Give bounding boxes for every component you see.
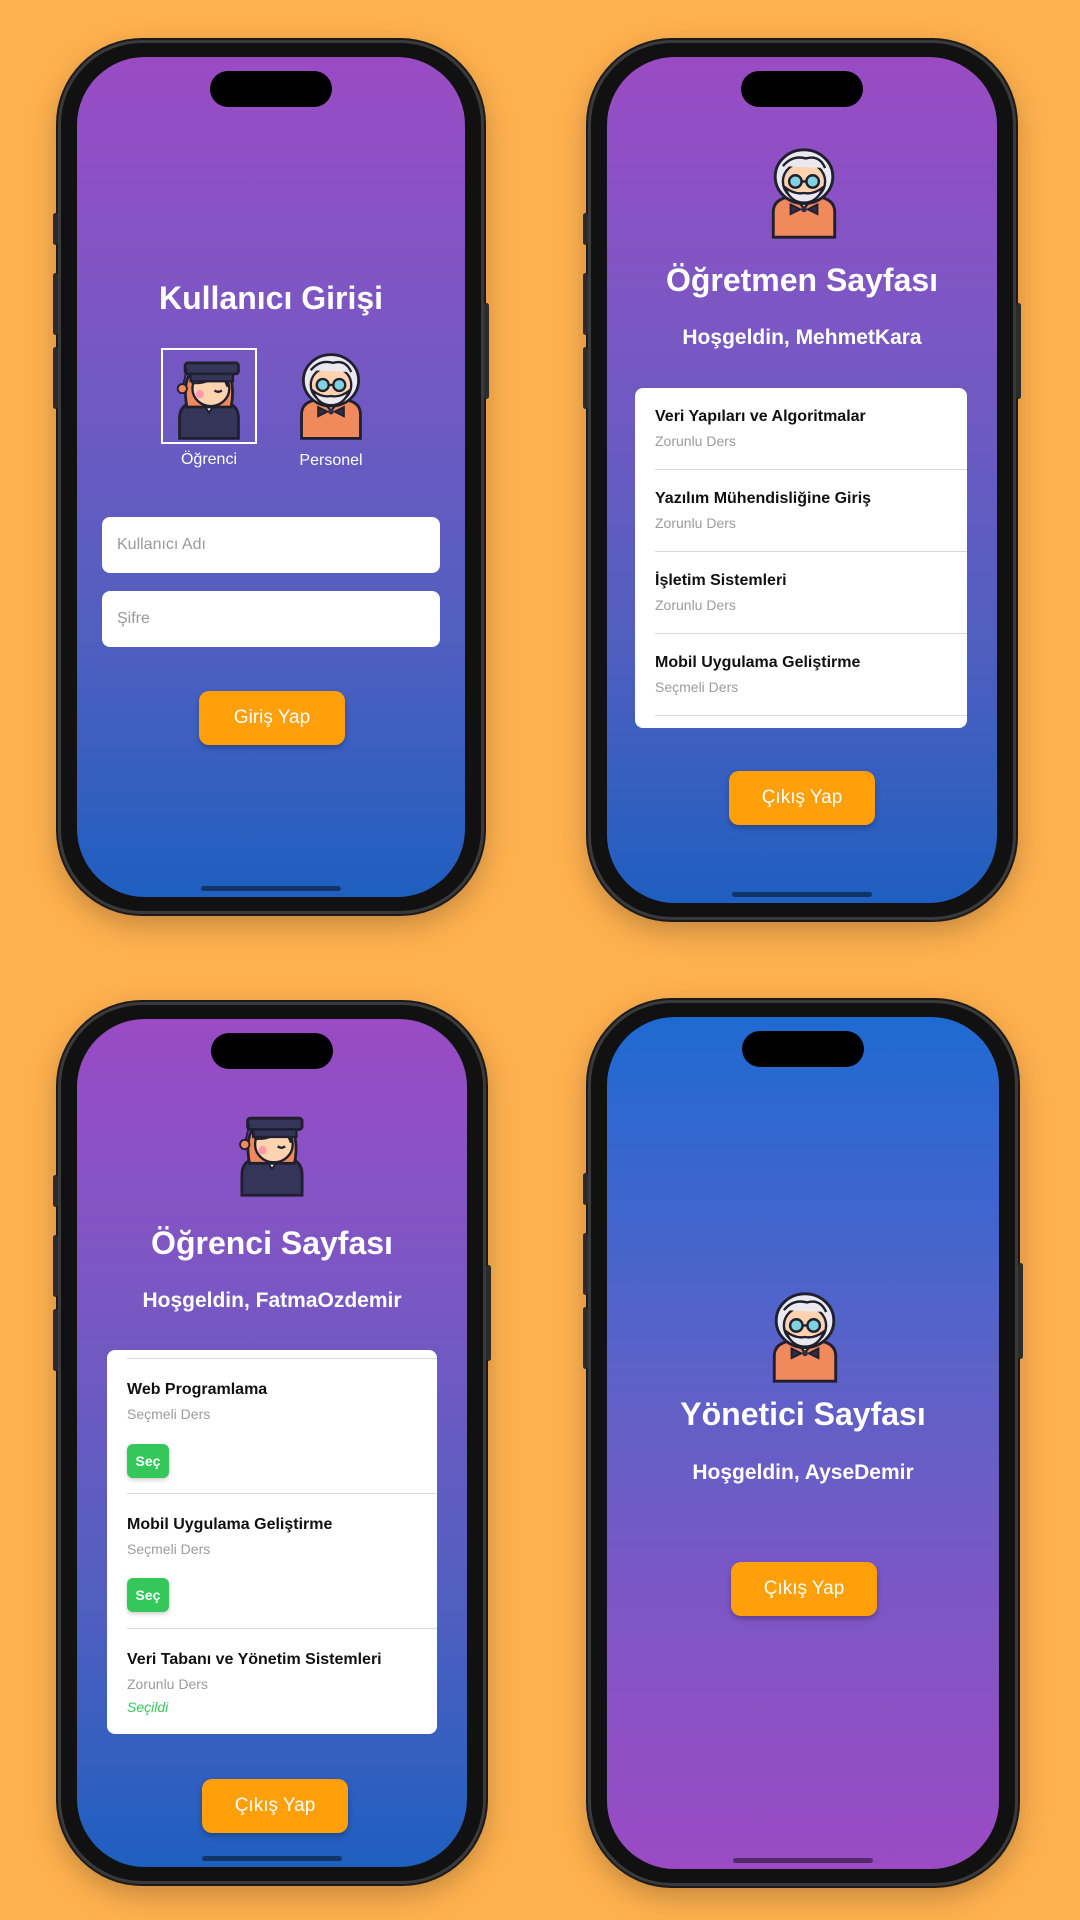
password-field[interactable]: Şifre [102,591,440,647]
phone-login: Kullanıcı Girişi Öğrenci Personel Kullan… [53,40,489,914]
side-button [583,213,588,245]
professor-avatar-icon [771,148,837,239]
list-item[interactable]: Veri Yapıları ve Algoritmalar Zorunlu De… [655,388,967,470]
side-button [53,347,58,409]
page-title: Öğretmen Sayfası [665,262,939,298]
course-name: Veri Yapıları ve Algoritmalar [655,408,866,425]
side-button [486,1265,491,1361]
list-item[interactable]: İşletim Sistemleri Zorunlu Ders [655,552,967,634]
course-list: Veri Yapıları ve Algoritmalar Zorunlu De… [635,388,967,728]
phone-teacher: Öğretmen Sayfası Hoşgeldin, MehmetKara V… [583,40,1021,920]
course-name: Veri Tabanı ve Yönetim Sistemleri [127,1651,382,1668]
side-button [583,273,588,335]
role-option-student[interactable] [161,348,257,444]
student-screen: Öğrenci Sayfası Hoşgeldin, FatmaOzdemir … [77,1019,467,1867]
course-type: Zorunlu Ders [655,515,736,531]
course-name: İşletim Sistemleri [655,572,787,589]
home-indicator [201,886,341,891]
phone-admin: Yönetici Sayfası Hoşgeldin, AyseDemir Çı… [583,1000,1023,1886]
course-type: Seçmeli Ders [127,1406,211,1422]
dynamic-island [742,1031,864,1067]
welcome-text: Hoşgeldin, AyseDemir [692,1461,914,1484]
logout-button[interactable]: Çıkış Yap [731,1562,877,1616]
scroll-edge-divider [127,1350,437,1359]
course-type: Seçmeli Ders [655,679,739,695]
side-button [53,213,58,245]
page-title: Öğrenci Sayfası [151,1225,393,1261]
dynamic-island [210,71,332,107]
side-button [484,303,489,399]
page-title: Yönetici Sayfası [680,1396,926,1432]
role-label-staff: Personel [299,452,363,469]
student-avatar [225,1105,319,1199]
home-indicator [202,1856,342,1861]
list-item: Veri Tabanı ve Yönetim Sistemleri Zorunl… [127,1629,437,1734]
welcome-text: Hoşgeldin, MehmetKara [682,326,922,349]
login-button[interactable]: Giriş Yap [199,691,345,745]
role-option-staff[interactable] [285,350,377,442]
list-item: Mobil Uygulama Geliştirme Seçmeli Ders S… [127,1494,437,1629]
student-avatar-icon [238,1116,304,1197]
side-button [583,1233,588,1295]
home-indicator [733,1858,873,1863]
select-course-button[interactable]: Seç [127,1444,169,1478]
list-item: Web Programlama Seçmeli Ders Seç [127,1359,437,1494]
home-indicator [732,892,872,897]
page-title: Kullanıcı Girişi [158,280,384,316]
course-name: Mobil Uygulama Geliştirme [655,654,861,671]
teacher-screen: Öğretmen Sayfası Hoşgeldin, MehmetKara V… [607,57,997,903]
teacher-avatar [756,145,852,241]
side-button [583,347,588,409]
logout-button[interactable]: Çıkış Yap [202,1779,348,1833]
admin-screen: Yönetici Sayfası Hoşgeldin, AyseDemir Çı… [607,1017,999,1869]
select-course-button[interactable]: Seç [127,1578,169,1612]
side-button [1016,303,1021,399]
logout-button[interactable]: Çıkış Yap [729,771,875,825]
dynamic-island [211,1033,333,1069]
course-type: Zorunlu Ders [127,1676,208,1692]
list-item[interactable]: Mobil Uygulama Geliştirme Seçmeli Ders [655,634,967,716]
side-button [53,273,58,335]
course-name: Mobil Uygulama Geliştirme [127,1516,333,1533]
course-type: Seçmeli Ders [127,1541,211,1557]
welcome-text: Hoşgeldin, FatmaOzdemir [142,1289,402,1312]
student-avatar-icon [176,361,240,440]
side-button [53,1309,58,1371]
side-button [1018,1263,1023,1359]
professor-avatar-icon [772,1292,838,1383]
professor-avatar-icon [300,353,362,440]
phone-student: Öğrenci Sayfası Hoşgeldin, FatmaOzdemir … [53,1002,491,1884]
course-type: Zorunlu Ders [655,433,736,449]
role-label-student: Öğrenci [180,451,238,468]
side-button [583,1307,588,1369]
list-item[interactable]: Yazılım Mühendisliğine Giriş Zorunlu Der… [655,470,967,552]
admin-avatar [757,1289,853,1385]
course-type: Zorunlu Ders [655,597,736,613]
side-button [53,1175,58,1207]
side-button [583,1173,588,1205]
username-field[interactable]: Kullanıcı Adı [102,517,440,573]
login-screen: Kullanıcı Girişi Öğrenci Personel Kullan… [77,57,465,897]
course-name: Web Programlama [127,1381,268,1398]
course-name: Yazılım Mühendisliğine Giriş [655,490,872,507]
side-button [53,1235,58,1297]
selected-status: Seçildi [127,1699,169,1715]
course-list: Web Programlama Seçmeli Ders Seç Mobil U… [107,1350,437,1734]
dynamic-island [741,71,863,107]
